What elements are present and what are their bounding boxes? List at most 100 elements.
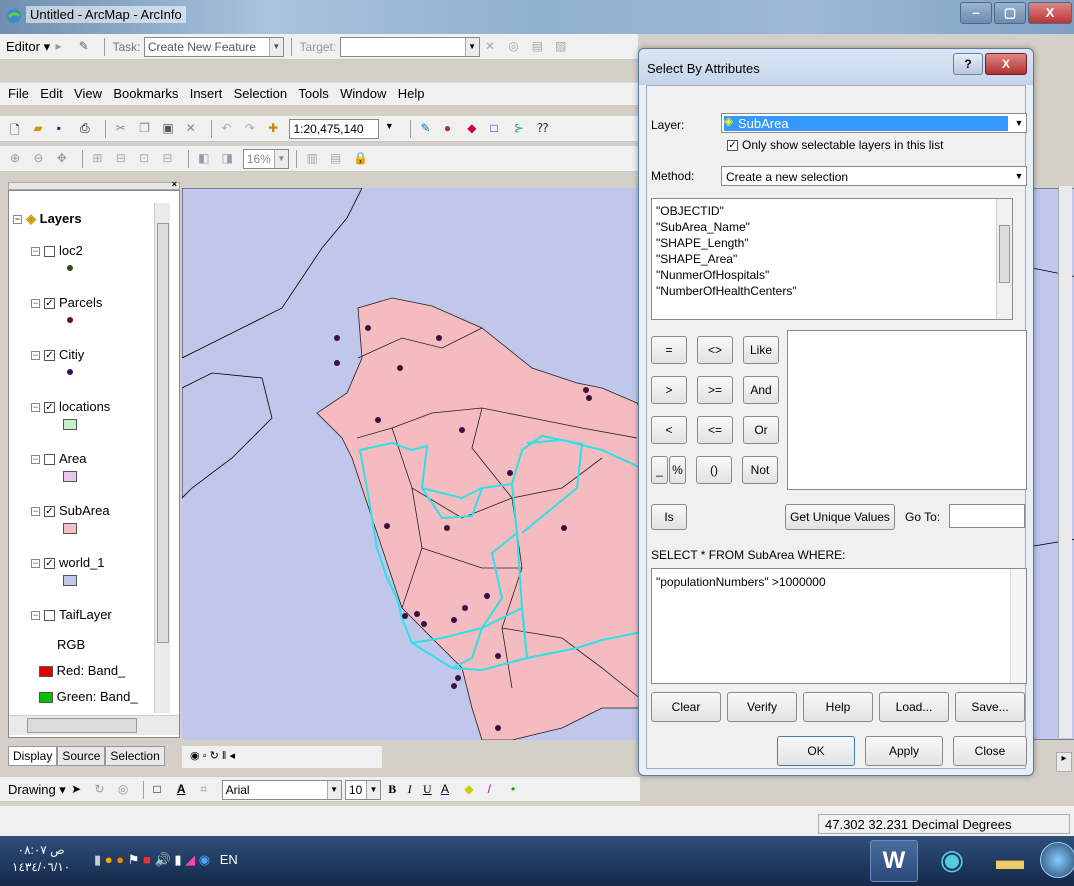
toc-layer-subarea[interactable]: − ✓ SubArea [31,503,110,518]
collapse-icon[interactable]: − [31,507,40,517]
zoom-out-icon[interactable]: ⊖ [33,151,49,167]
page-full-icon[interactable]: ▤ [330,151,346,167]
marker-color-icon[interactable]: • [511,782,527,798]
battery-icon[interactable]: ▮ [174,852,181,867]
load-button[interactable]: Load... [879,692,949,722]
help-button[interactable]: Help [803,692,873,722]
arccatalog-icon[interactable]: ◆ [467,121,483,137]
previous-extent-icon[interactable]: ⊟ [162,151,178,167]
layer-visibility-checkbox[interactable]: ✓ [44,350,55,362]
field-list-item[interactable]: "NumberOfHealthCenters" [656,283,1008,299]
font-color-icon[interactable]: A [441,782,457,798]
whats-this-help-icon[interactable]: ⁇ [537,121,553,137]
verify-button[interactable]: Verify [727,692,797,722]
font-dropdown[interactable]: Arial ▼ [221,780,342,800]
menu-insert[interactable]: Insert [190,86,223,101]
toc-horizontal-scrollbar[interactable] [9,715,179,735]
scrollbar-thumb[interactable] [157,223,169,643]
help-icon[interactable]: ? [953,53,983,75]
parentheses-operator-button[interactable]: () [696,456,732,484]
pause-icon[interactable]: ‖ [222,750,227,762]
map-vertical-scrollbar[interactable] [1058,186,1072,738]
fixed-zoom-in-icon[interactable]: ⊞ [92,151,108,167]
toc-layer-citiy[interactable]: − ✓ Citiy [31,347,84,362]
underscore-operator-button[interactable]: _ [651,456,668,484]
menu-bookmarks[interactable]: Bookmarks [113,86,178,101]
sql-expression-textarea[interactable]: "populationNumbers" >1000000 [651,568,1027,684]
chevron-down-icon[interactable]: ▼ [385,121,401,137]
toc-layer-loc2[interactable]: − loc2 [31,243,83,258]
acrobat-icon[interactable]: ■ [143,852,151,867]
volume-icon[interactable]: 🔊 [155,852,171,867]
unique-values-list[interactable] [787,330,1027,490]
greater-equal-operator-button[interactable]: >= [697,376,733,404]
layout-view-icon[interactable]: ▫ [203,750,207,762]
menu-tools[interactable]: Tools [298,86,328,101]
menu-view[interactable]: View [74,86,102,101]
like-operator-button[interactable]: Like [743,336,779,364]
collapse-icon[interactable]: − [31,559,40,569]
goto-input[interactable] [949,504,1025,528]
layer-visibility-checkbox[interactable]: ✓ [44,402,55,414]
scrollbar-thumb[interactable] [999,225,1010,283]
is-button[interactable]: Is [651,504,687,530]
menu-file[interactable]: File [8,86,29,101]
field-list-item[interactable]: "OBJECTID" [656,203,1008,219]
percent-operator-button[interactable]: % [669,456,686,484]
drawing-menu[interactable]: Drawing ▾ [8,782,66,797]
menu-help[interactable]: Help [398,86,425,101]
toc-layers-root[interactable]: − ◈ Layers [13,211,82,227]
equals-operator-button[interactable]: = [651,336,687,364]
edit-pointer-icon[interactable]: ▸ [55,39,71,55]
greater-than-operator-button[interactable]: > [651,376,687,404]
scroll-left-icon[interactable]: ◂ [230,750,236,762]
lock-icon[interactable]: 🔒 [353,151,369,167]
print-icon[interactable]: ⎙ [80,121,96,137]
save-button[interactable]: Save... [955,692,1025,722]
toc-layer-area[interactable]: − Area [31,451,86,466]
data-view-icon[interactable]: ◉ [190,750,200,762]
delete-icon[interactable]: ✕ [186,121,202,137]
only-selectable-row[interactable]: ✓ Only show selectable layers in this lis… [727,138,943,152]
menu-selection[interactable]: Selection [234,86,287,101]
collapse-icon[interactable]: − [31,247,40,257]
method-dropdown[interactable]: Create a new selection ▼ [721,166,1027,186]
save-icon[interactable]: ▪ [57,121,73,137]
toc-layer-world_1[interactable]: − ✓ world_1 [31,555,105,570]
close-button[interactable]: Close [953,736,1027,766]
map-scale-input[interactable]: 1:20,475,140 [289,119,380,139]
collapse-icon[interactable]: − [31,455,40,465]
fields-scrollbar[interactable] [996,199,1012,319]
layer-visibility-checkbox[interactable] [44,610,55,622]
collapse-icon[interactable]: − [31,611,40,621]
tab-source[interactable]: Source [57,746,106,766]
tray-app3-icon[interactable]: ◉ [199,852,210,867]
apply-button[interactable]: Apply [865,736,943,766]
edit-vertices-icon[interactable]: ⌗ [200,782,216,798]
get-unique-values-button[interactable]: Get Unique Values [785,504,895,530]
sketch-properties-icon[interactable]: ▧ [555,39,571,55]
dialog-close-icon[interactable]: X [985,53,1027,75]
font-size-dropdown[interactable]: 10 ▼ [344,780,381,800]
page-width-icon[interactable]: ▥ [306,151,322,167]
explorer-folder-icon[interactable]: ▬ [986,840,1034,882]
redo-icon[interactable]: ↷ [245,121,261,137]
collapse-icon[interactable]: − [31,351,40,361]
language-indicator[interactable]: EN [220,852,238,867]
attributes-icon[interactable]: ▤ [532,39,548,55]
zoom-percent-input[interactable]: 16% ▼ [242,149,289,169]
rotate-tool-icon[interactable]: ◎ [508,39,524,55]
line-color-icon[interactable]: / [488,782,504,798]
paste-icon[interactable]: ▣ [162,121,178,137]
layer-dropdown[interactable]: ◈ SubArea ▼ [721,113,1027,133]
open-folder-icon[interactable]: ▰ [33,121,49,137]
fields-list[interactable]: "OBJECTID" "SubArea_Name" "SHAPE_Length" "S… [651,198,1013,320]
target-dropdown[interactable]: ▼ [339,37,480,57]
signal-icon[interactable]: ▮ [94,852,101,867]
less-than-operator-button[interactable]: < [651,416,687,444]
tray-app2-icon[interactable]: ◢ [185,852,195,867]
not-operator-button[interactable]: Not [742,456,778,484]
sketch-pencil-icon[interactable]: ✎ [79,39,95,55]
refresh-icon[interactable]: ↻ [210,750,219,762]
model-builder-icon[interactable]: ⊱ [514,121,530,137]
